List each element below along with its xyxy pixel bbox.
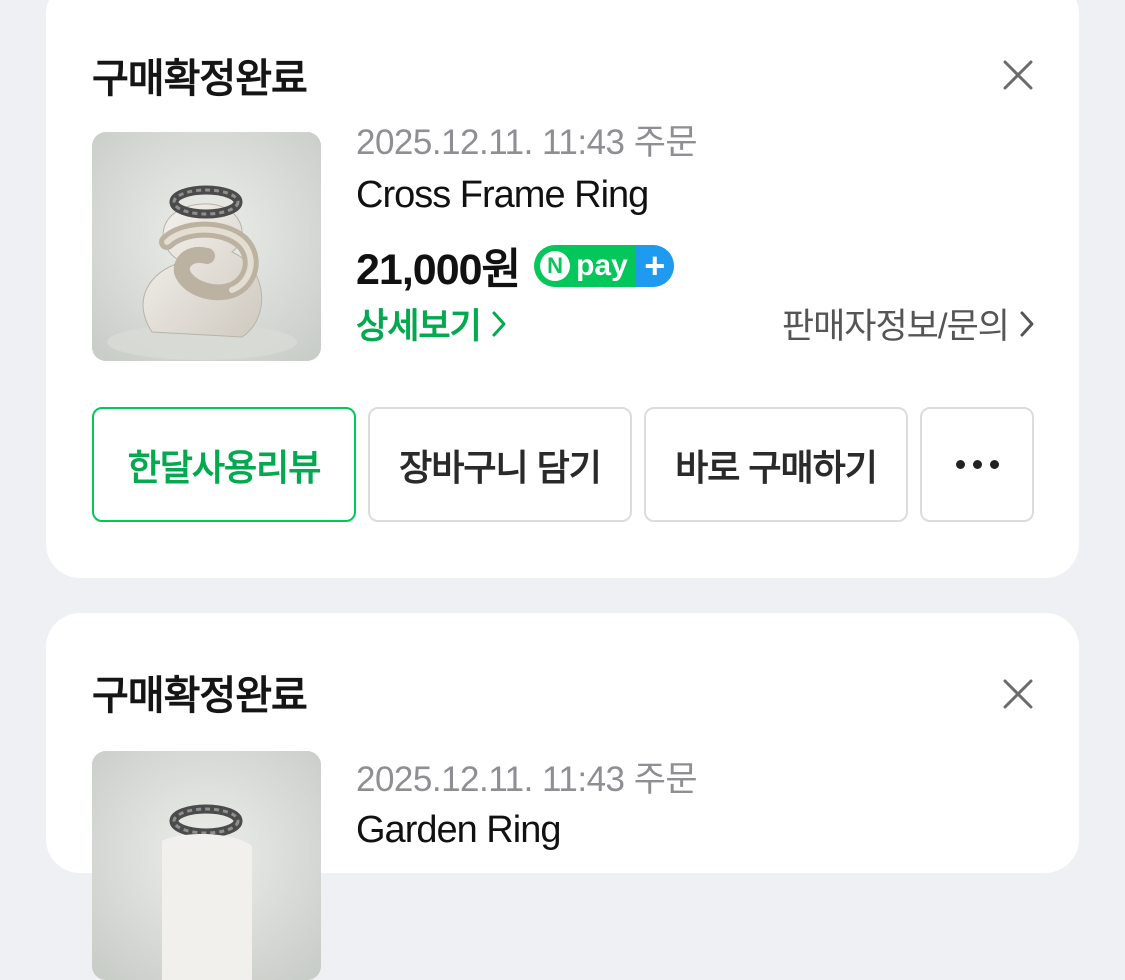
detail-view-link[interactable]: 상세보기 (356, 298, 507, 349)
more-options-button[interactable] (920, 407, 1034, 522)
npay-n-icon: N (540, 251, 571, 281)
product-price: 21,000원 (356, 246, 521, 294)
price-row: 21,000원 N pay + (356, 235, 674, 297)
detail-view-label: 상세보기 (356, 307, 482, 346)
buy-now-button[interactable]: 바로 구매하기 (644, 407, 908, 522)
monthly-review-button[interactable]: 한달사용리뷰 (92, 407, 356, 522)
order-status: 구매확정완료 (92, 674, 308, 718)
chevron-right-icon (492, 311, 506, 336)
seller-info-link[interactable]: 판매자정보/문의 (782, 298, 1035, 349)
product-thumbnail[interactable] (92, 132, 321, 361)
close-icon[interactable] (1001, 677, 1035, 711)
action-buttons: 한달사용리뷰 장바구니 담기 바로 구매하기 (92, 407, 1034, 522)
more-dots-icon (955, 460, 999, 469)
product-thumbnail[interactable] (92, 751, 321, 980)
npay-plus-badge: N pay + (534, 245, 674, 287)
order-status: 구매확정완료 (92, 57, 308, 101)
order-card: 구매확정완료 2025.12.11. 11:43 주문 Cross Frame … (46, 0, 1079, 578)
order-card: 구매확정완료 2025.12.11. 11:43 주문 Garden Ring (46, 613, 1079, 980)
close-icon[interactable] (1001, 58, 1035, 92)
seller-info-label: 판매자정보/문의 (781, 307, 1010, 346)
npay-plus-icon: + (635, 245, 674, 287)
product-name[interactable]: Garden Ring (356, 809, 561, 852)
chevron-right-icon (1020, 311, 1034, 336)
product-name[interactable]: Cross Frame Ring (356, 174, 649, 217)
order-date: 2025.12.11. 11:43 주문 (356, 760, 698, 799)
npay-text: pay (576, 249, 628, 282)
order-date: 2025.12.11. 11:43 주문 (356, 123, 698, 162)
add-to-cart-button[interactable]: 장바구니 담기 (368, 407, 632, 522)
